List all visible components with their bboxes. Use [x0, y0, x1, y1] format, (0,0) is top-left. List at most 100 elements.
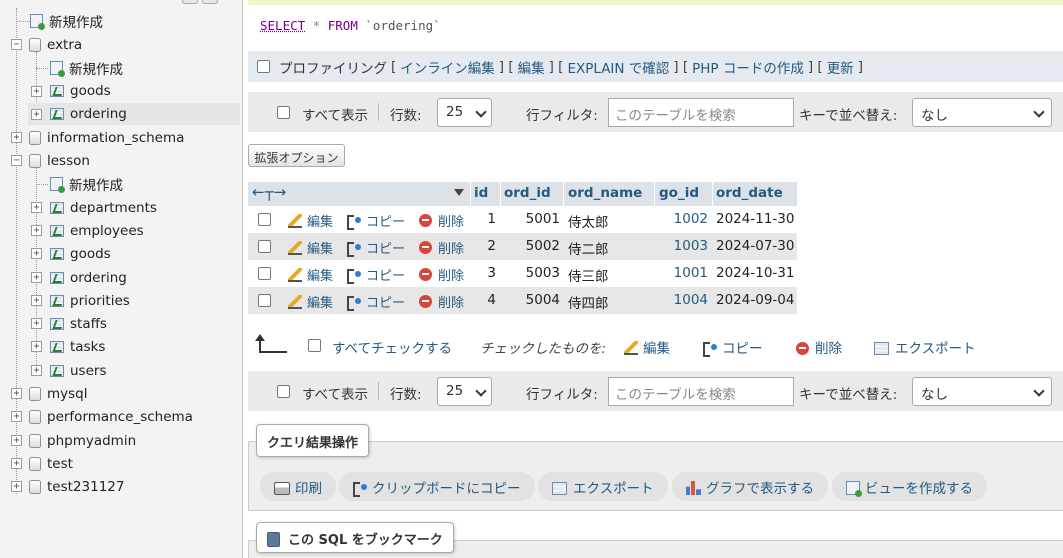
expand-toggle-icon[interactable]: +: [11, 132, 22, 143]
collapse-toggle-icon[interactable]: −: [11, 155, 22, 166]
row-delete-link[interactable]: 削除: [419, 265, 464, 284]
cell-ord-name[interactable]: 侍太郎: [568, 211, 609, 231]
refresh-link[interactable]: 更新: [827, 57, 854, 77]
cell-ord-date[interactable]: 2024-07-30: [716, 238, 794, 254]
row-filter-input[interactable]: このテーブルを検索: [608, 377, 794, 406]
cell-ord-date[interactable]: 2024-11-30: [716, 211, 794, 227]
row-filter-input[interactable]: このテーブルを検索: [608, 98, 794, 127]
inline-edit-link[interactable]: インライン編集: [400, 57, 495, 77]
bulk-export-button[interactable]: エクスポート: [874, 337, 976, 357]
cell-id[interactable]: 1: [471, 211, 496, 227]
cell-ord-name[interactable]: 侍四郎: [568, 292, 609, 312]
link-with-main-icon[interactable]: [202, 0, 218, 4]
expand-toggle-icon[interactable]: +: [31, 341, 42, 352]
nav-table-employees[interactable]: employees: [50, 220, 144, 242]
cell-ord-id[interactable]: 5001: [501, 211, 560, 227]
collapse-all-icon[interactable]: [182, 0, 198, 4]
row-checkbox[interactable]: [258, 240, 271, 253]
expand-toggle-icon[interactable]: +: [31, 202, 42, 213]
check-all-checkbox[interactable]: [308, 339, 321, 352]
expand-toggle-icon[interactable]: +: [31, 109, 42, 120]
expand-toggle-icon[interactable]: +: [31, 272, 42, 283]
expand-toggle-icon[interactable]: +: [11, 388, 22, 399]
nav-table-goods[interactable]: goods: [50, 80, 111, 102]
sort-by-key-select[interactable]: なし: [912, 377, 1052, 406]
nav-db-lesson[interactable]: lesson: [29, 150, 90, 172]
sort-triangle-icon[interactable]: [454, 189, 464, 196]
cell-ord-date[interactable]: 2024-10-31: [716, 265, 794, 281]
nav-item-new[interactable]: 新規作成: [50, 173, 123, 195]
row-edit-link[interactable]: 編集: [288, 238, 333, 257]
expand-toggle-icon[interactable]: +: [11, 458, 22, 469]
nav-db-extra[interactable]: extra: [29, 34, 82, 56]
collapse-toggle-icon[interactable]: −: [11, 39, 22, 50]
bulk-delete-button[interactable]: 削除: [796, 337, 842, 357]
nav-table-priorities[interactable]: priorities: [50, 290, 130, 312]
show-all-checkbox[interactable]: [277, 385, 290, 398]
nav-table-tasks[interactable]: tasks: [50, 336, 105, 358]
cell-ord-date[interactable]: 2024-09-04: [716, 292, 794, 308]
cell-go-id[interactable]: 1004: [655, 292, 708, 308]
create-php-code-link[interactable]: PHP コードの作成: [692, 57, 804, 77]
nav-table-staffs[interactable]: staffs: [50, 313, 107, 335]
row-copy-link[interactable]: コピー: [347, 265, 405, 284]
explain-link[interactable]: EXPLAIN で確認: [567, 57, 669, 77]
rows-select[interactable]: 25: [437, 377, 492, 406]
row-checkbox[interactable]: [258, 294, 271, 307]
column-resize-arrows-icon[interactable]: ←┬→: [252, 183, 286, 201]
row-delete-link[interactable]: 削除: [419, 238, 464, 257]
column-header-id[interactable]: id: [471, 182, 500, 206]
display-chart-button[interactable]: グラフで表示する: [672, 472, 828, 501]
nav-db-test[interactable]: test: [29, 453, 73, 475]
row-edit-link[interactable]: 編集: [288, 211, 333, 230]
expand-toggle-icon[interactable]: +: [31, 318, 42, 329]
export-button[interactable]: エクスポート: [538, 472, 668, 501]
row-copy-link[interactable]: コピー: [347, 292, 405, 311]
nav-db-mysql[interactable]: mysql: [29, 383, 88, 405]
nav-table-goods[interactable]: goods: [50, 243, 111, 265]
column-header-ord-date[interactable]: ord_date: [713, 182, 797, 206]
nav-item-new[interactable]: 新規作成: [30, 10, 103, 32]
row-checkbox[interactable]: [258, 213, 271, 226]
column-header-ord-name[interactable]: ord_name: [564, 182, 654, 206]
create-view-button[interactable]: ビューを作成する: [832, 472, 987, 501]
bulk-edit-button[interactable]: 編集: [624, 337, 670, 357]
sql-keyword-select[interactable]: SELECT: [260, 18, 305, 33]
nav-db-test231127[interactable]: test231127: [29, 476, 124, 498]
row-delete-link[interactable]: 削除: [419, 211, 464, 230]
rows-select[interactable]: 25: [437, 98, 492, 127]
expand-toggle-icon[interactable]: +: [31, 365, 42, 376]
nav-db-performance-schema[interactable]: performance_schema: [29, 406, 193, 428]
row-copy-link[interactable]: コピー: [347, 238, 405, 257]
cell-id[interactable]: 3: [471, 265, 496, 281]
cell-ord-name[interactable]: 侍二郎: [568, 238, 609, 258]
column-header-ord-id[interactable]: ord_id: [501, 182, 563, 206]
expand-toggle-icon[interactable]: +: [31, 86, 42, 97]
edit-query-link[interactable]: 編集: [518, 57, 545, 77]
cell-ord-id[interactable]: 5002: [501, 238, 560, 254]
print-button[interactable]: 印刷: [260, 472, 336, 501]
cell-ord-name[interactable]: 侍三郎: [568, 265, 609, 285]
row-copy-link[interactable]: コピー: [347, 211, 405, 230]
row-checkbox[interactable]: [258, 267, 271, 280]
show-all-checkbox[interactable]: [277, 106, 290, 119]
row-edit-link[interactable]: 編集: [288, 292, 333, 311]
expand-toggle-icon[interactable]: +: [31, 225, 42, 236]
bulk-copy-button[interactable]: コピー: [703, 337, 763, 357]
cell-go-id[interactable]: 1002: [655, 211, 708, 227]
nav-table-users[interactable]: users: [50, 360, 106, 382]
nav-db-information-schema[interactable]: information_schema: [29, 127, 184, 149]
expand-toggle-icon[interactable]: +: [31, 248, 42, 259]
expand-toggle-icon[interactable]: +: [31, 295, 42, 306]
nav-table-ordering[interactable]: ordering: [50, 267, 127, 289]
cell-go-id[interactable]: 1001: [655, 265, 708, 281]
cell-ord-id[interactable]: 5003: [501, 265, 560, 281]
column-header-go-id[interactable]: go_id: [655, 182, 712, 206]
check-all-link[interactable]: すべてチェックする: [332, 337, 452, 357]
profiling-checkbox[interactable]: [257, 60, 270, 73]
cell-id[interactable]: 4: [471, 292, 496, 308]
row-delete-link[interactable]: 削除: [419, 292, 464, 311]
sort-by-key-select[interactable]: なし: [912, 98, 1052, 127]
expand-toggle-icon[interactable]: +: [11, 435, 22, 446]
cell-id[interactable]: 2: [471, 238, 496, 254]
